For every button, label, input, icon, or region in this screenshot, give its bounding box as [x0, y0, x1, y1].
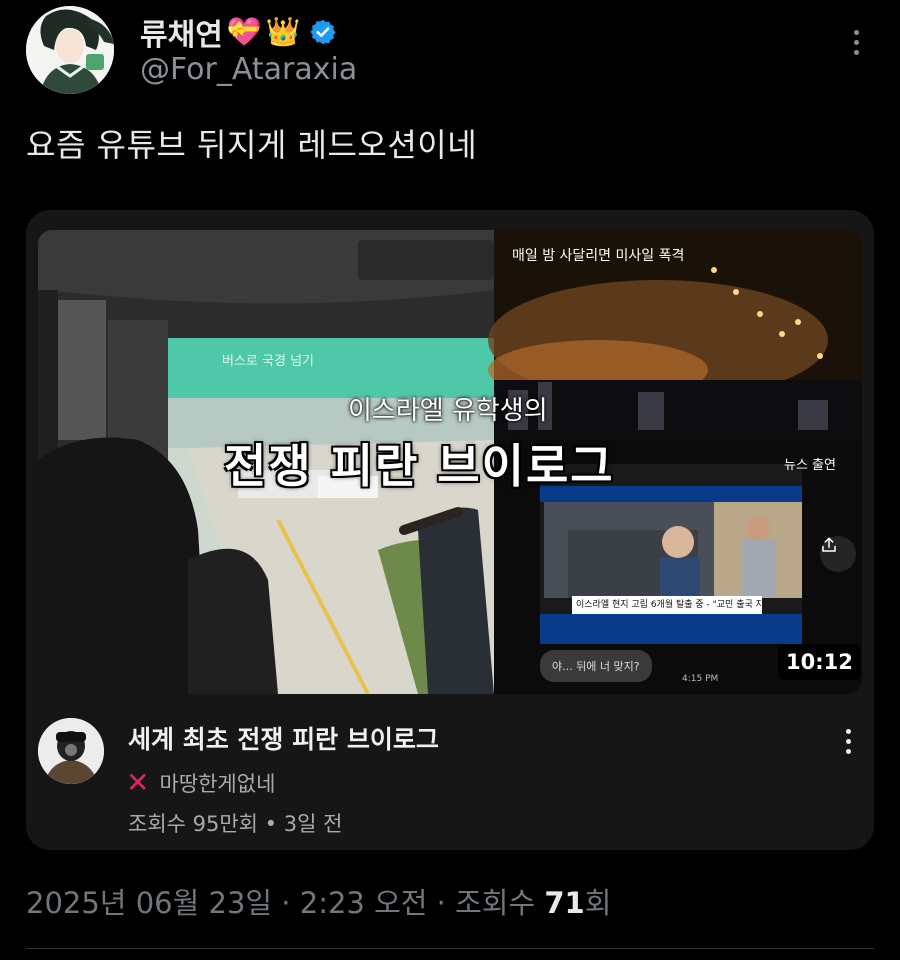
channel-row[interactable]: ✕ 마땅한게없네	[126, 768, 275, 798]
video-more-options-icon[interactable]	[836, 724, 860, 758]
thumbnail-night-caption: 매일 밤 사달리면 미사일 폭격	[512, 248, 685, 264]
meta-separator: ·	[427, 886, 456, 920]
author-avatar[interactable]	[26, 6, 114, 94]
tweet-time[interactable]: 2:23 오전	[300, 886, 428, 920]
thumbnail-bus-caption: 버스로 국경 넘기	[222, 354, 314, 369]
crown-emoji-icon: 👑	[265, 15, 301, 48]
thumbnail-chat-bubble: 야... 뒤에 너 맞지?	[540, 650, 652, 682]
share-icon[interactable]	[820, 536, 856, 572]
youtube-video-card[interactable]: 버스로 국경 넘기 매일 밤 사달리면 미사일 폭격 이스라엘 유학생의 전쟁 …	[26, 210, 874, 850]
video-meta: 조회수 95만회 • 3일 전	[128, 812, 343, 836]
heart-gift-emoji-icon: 💝	[226, 15, 262, 48]
channel-name: 마땅한게없네	[159, 772, 276, 796]
thumbnail-subtitle: 이스라엘 유학생의	[348, 396, 548, 426]
channel-avatar[interactable]	[38, 718, 104, 784]
video-duration: 10:12	[778, 644, 861, 680]
verified-badge-icon	[309, 18, 337, 46]
views-count: 71	[544, 886, 585, 920]
author-display-name[interactable]: 류채연 💝 👑	[140, 10, 337, 54]
views-label: 조회수	[455, 886, 545, 920]
thumbnail-news-ticker: 이스라엘 현지 고립 6개월 탈출 중 - "교민 출국 지원"	[572, 596, 762, 614]
more-options-icon[interactable]	[840, 24, 872, 60]
author-handle[interactable]: @For_Ataraxia	[140, 52, 357, 87]
views-suffix: 회	[584, 886, 612, 920]
red-x-icon: ✕	[126, 766, 150, 799]
thumbnail-chat-time: 4:15 PM	[682, 674, 719, 684]
tweet-meta: 2025년 06월 23일 · 2:23 오전 · 조회수 71회	[26, 880, 611, 922]
divider	[26, 948, 874, 949]
display-name-text: 류채연	[140, 18, 223, 53]
video-title[interactable]: 세계 최초 전쟁 피란 브이로그	[128, 720, 439, 756]
meta-separator: ·	[272, 886, 300, 920]
thumbnail-title: 전쟁 피란 브이로그	[224, 439, 615, 493]
tweet-date[interactable]: 2025년 06월 23일	[26, 886, 272, 920]
tweet-text: 요즘 유튜브 뒤지게 레드오션이네	[26, 126, 478, 164]
thumbnail-news-caption: 뉴스 출연	[784, 458, 836, 473]
video-thumbnail[interactable]: 버스로 국경 넘기 매일 밤 사달리면 미사일 폭격 이스라엘 유학생의 전쟁 …	[38, 230, 862, 694]
